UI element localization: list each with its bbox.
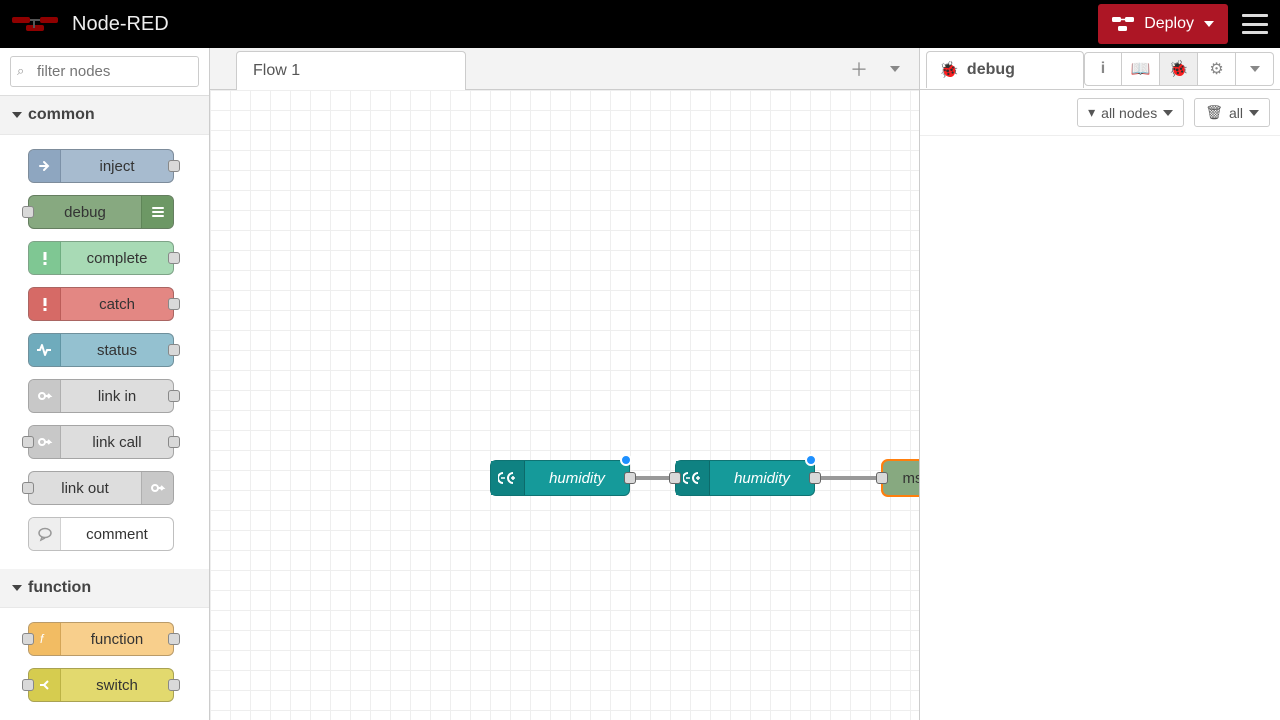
deploy-label: Deploy (1144, 15, 1194, 33)
palette-node-function[interactable]: f function (28, 622, 174, 656)
debug-filter-dropdown[interactable]: ▾ all nodes (1077, 98, 1184, 127)
palette-node-label: complete (61, 250, 173, 267)
palette-category-function[interactable]: function (0, 569, 209, 608)
palette-node-label: function (61, 631, 173, 648)
chevron-down-icon (1249, 110, 1259, 116)
deploy-button[interactable]: Deploy (1098, 4, 1228, 44)
link-icon (29, 380, 61, 412)
flow-canvas[interactable]: humidity humidity msg.payload (210, 90, 919, 720)
palette-node-switch[interactable]: switch (28, 668, 174, 702)
palette-node-label: link call (61, 434, 173, 451)
bug-icon: 🐞 (939, 60, 959, 80)
flow-tab[interactable]: Flow 1 (236, 51, 466, 90)
palette-node-link-out[interactable]: link out (28, 471, 174, 505)
palette-node-inject[interactable]: inject (28, 149, 174, 183)
output-port[interactable] (168, 436, 180, 448)
palette-node-label: status (61, 342, 173, 359)
palette-node-comment[interactable]: comment (28, 517, 174, 551)
menu-button[interactable] (1242, 14, 1268, 34)
palette-node-link-in[interactable]: link in (28, 379, 174, 413)
chevron-down-icon (1204, 21, 1214, 27)
output-port[interactable] (168, 390, 180, 402)
palette-node-debug[interactable]: debug (28, 195, 174, 229)
link-icon (141, 472, 173, 504)
chevron-down-icon (12, 112, 22, 118)
chevron-down-icon (12, 585, 22, 591)
palette-node-complete[interactable]: complete (28, 241, 174, 275)
debug-messages-panel (920, 136, 1280, 720)
output-port[interactable] (168, 679, 180, 691)
brand: Node-RED (12, 13, 169, 36)
arduino-icon (491, 461, 525, 495)
flow-tabbar: Flow 1 ＋ (210, 48, 919, 90)
app-header: Node-RED Deploy (0, 0, 1280, 48)
flow-node-n1[interactable]: humidity (490, 460, 630, 496)
flow-node-label: humidity (525, 470, 629, 487)
input-port[interactable] (22, 482, 34, 494)
input-port[interactable] (669, 472, 681, 484)
workspace: Flow 1 ＋ humidity humidity msg.payload (210, 48, 920, 720)
output-port[interactable] (168, 160, 180, 172)
flow-node-label: msg.payload (883, 470, 919, 487)
bars-icon (141, 196, 173, 228)
palette-filter-input[interactable] (10, 56, 199, 87)
input-port[interactable] (22, 436, 34, 448)
flow-tabs-menu[interactable] (879, 54, 911, 84)
output-port[interactable] (624, 472, 636, 484)
search-icon: ⌕ (17, 63, 24, 79)
palette-node-label: debug (29, 204, 141, 221)
palette-node-catch[interactable]: catch (28, 287, 174, 321)
deploy-icon (1112, 16, 1134, 32)
filter-icon: ▾ (1088, 104, 1095, 121)
sidebar-info-button[interactable]: i (1084, 52, 1122, 86)
flow-node-n3[interactable]: msg.payload (882, 460, 919, 496)
output-port[interactable] (168, 252, 180, 264)
palette-sidebar: ⌕ common inject debug complete catch status li… (0, 48, 210, 720)
bubble-icon (29, 518, 61, 550)
input-port[interactable] (22, 679, 34, 691)
trash-icon: 🗑 (1205, 104, 1223, 121)
bang-icon (29, 288, 61, 320)
input-port[interactable] (876, 472, 888, 484)
palette-node-status[interactable]: status (28, 333, 174, 367)
palette-node-link-call[interactable]: link call (28, 425, 174, 459)
sidebar-help-button[interactable]: 📖 (1122, 52, 1160, 86)
arduino-icon (676, 461, 710, 495)
add-flow-button[interactable]: ＋ (843, 54, 875, 84)
palette-node-label: switch (61, 677, 173, 694)
changed-indicator (620, 454, 632, 466)
right-sidebar: 🐞 debug i 📖 🐞 ⚙ ▾ all nodes 🗑 all (920, 48, 1280, 720)
arrow-right-icon (29, 150, 61, 182)
pulse-icon (29, 334, 61, 366)
output-port[interactable] (809, 472, 821, 484)
palette-node-label: catch (61, 296, 173, 313)
sidebar-more-button[interactable] (1236, 52, 1274, 86)
input-port[interactable] (22, 633, 34, 645)
svg-text:f: f (40, 632, 45, 646)
bang-icon (29, 242, 61, 274)
flow-node-label: humidity (710, 470, 814, 487)
palette-node-label: link in (61, 388, 173, 405)
changed-indicator (805, 454, 817, 466)
palette-node-label: inject (61, 158, 173, 175)
sidebar-debug-button[interactable]: 🐞 (1160, 52, 1198, 86)
chevron-down-icon (1163, 110, 1173, 116)
sidebar-config-button[interactable]: ⚙ (1198, 52, 1236, 86)
output-port[interactable] (168, 298, 180, 310)
logo-icon (12, 14, 64, 34)
sidebar-tab-debug[interactable]: 🐞 debug (926, 51, 1084, 88)
debug-clear-dropdown[interactable]: 🗑 all (1194, 98, 1270, 127)
input-port[interactable] (22, 206, 34, 218)
palette-node-label: link out (29, 480, 141, 497)
flow-node-n2[interactable]: humidity (675, 460, 815, 496)
palette-node-label: comment (61, 526, 173, 543)
output-port[interactable] (168, 344, 180, 356)
palette-category-common[interactable]: common (0, 96, 209, 135)
output-port[interactable] (168, 633, 180, 645)
brand-text: Node-RED (72, 13, 169, 36)
